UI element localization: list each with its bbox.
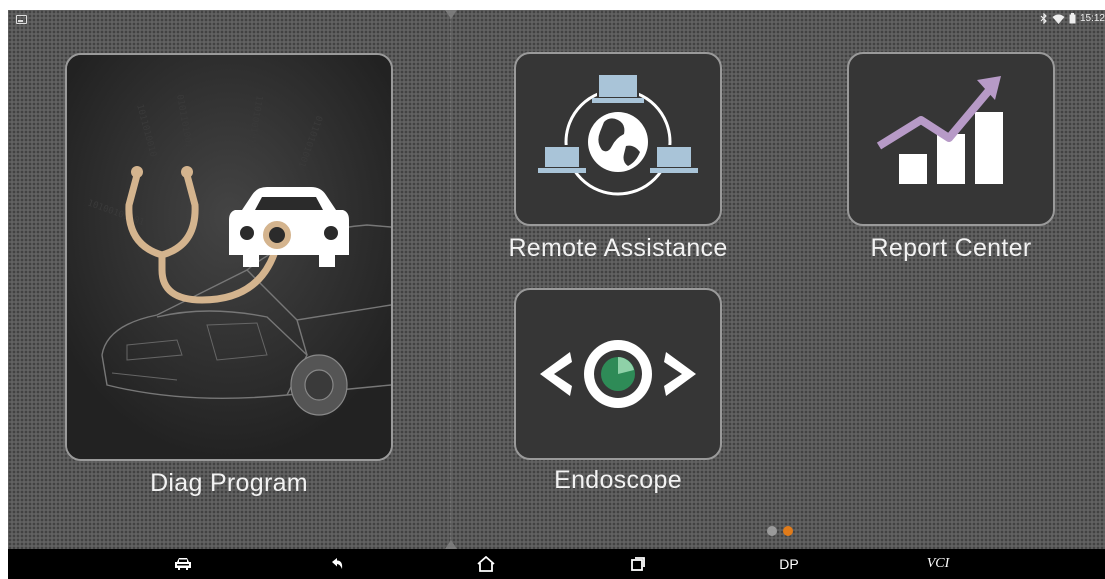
- home-icon: [477, 556, 495, 572]
- stethoscope-car-icon: 1011010010 0101101001 1101001011 0110101…: [67, 55, 391, 459]
- home-screen: 15:12 1011010010 0101101001 1101001011 0…: [8, 10, 1105, 579]
- back-button[interactable]: [322, 549, 352, 579]
- report-center-tile[interactable]: [847, 52, 1055, 226]
- endoscope-label[interactable]: Endoscope: [478, 466, 758, 495]
- remote-assistance-label[interactable]: Remote Assistance: [478, 234, 758, 263]
- app-diag-program[interactable]: 1011010010 0101101001 1101001011 0110101…: [8, 10, 448, 510]
- recent-apps-icon: [631, 557, 645, 571]
- app-report-center[interactable]: Report Center: [811, 50, 1091, 270]
- panel-notch-bottom: [445, 540, 457, 549]
- home-button[interactable]: [471, 549, 501, 579]
- endoscope-tile[interactable]: [514, 288, 722, 460]
- car-icon: [175, 558, 191, 570]
- growth-chart-icon: [876, 76, 1003, 184]
- page-dot-2-active[interactable]: [783, 526, 793, 536]
- remote-assistance-tile[interactable]: [514, 52, 722, 226]
- eye-icon: [540, 340, 696, 408]
- diag-program-label[interactable]: Diag Program: [65, 469, 393, 498]
- bluetooth-icon: [1040, 13, 1048, 24]
- app-remote-assistance[interactable]: Remote Assistance: [478, 50, 758, 270]
- vci-button[interactable]: VCI: [920, 549, 956, 579]
- battery-icon: [1069, 13, 1076, 24]
- app-endoscope[interactable]: Endoscope: [478, 286, 758, 501]
- status-time: 15:12: [1079, 13, 1105, 24]
- diag-program-tile[interactable]: 1011010010 0101101001 1101001011 0110101…: [65, 53, 393, 461]
- recent-apps-button[interactable]: [623, 549, 653, 579]
- dp-button[interactable]: DP: [774, 549, 804, 579]
- panel-divider: [450, 10, 451, 545]
- page-indicator: [767, 526, 793, 536]
- navigation-bar: DP VCI: [8, 549, 1105, 579]
- page-dot-1[interactable]: [767, 526, 777, 536]
- status-indicators: 15:12: [1040, 13, 1105, 24]
- report-center-label[interactable]: Report Center: [811, 234, 1091, 263]
- car-button[interactable]: [168, 549, 198, 579]
- wifi-icon: [1052, 14, 1065, 24]
- network-globe-icon: [538, 73, 698, 196]
- back-icon: [332, 558, 343, 569]
